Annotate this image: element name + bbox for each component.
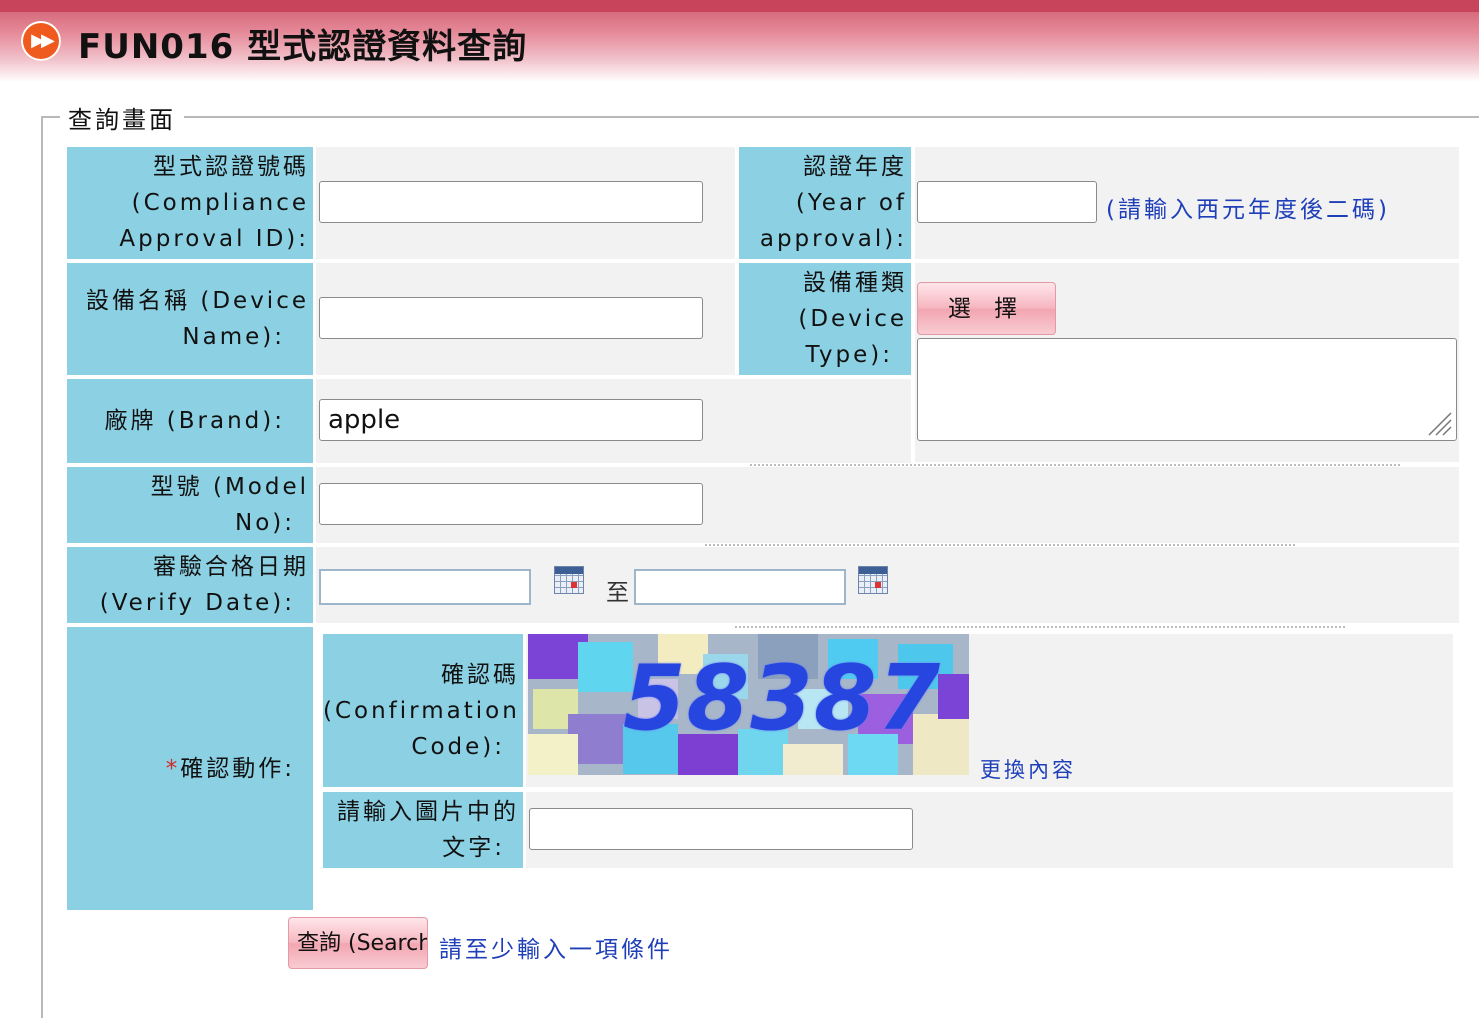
captcha-input-label-line2: 文字: xyxy=(442,835,505,861)
compliance-id-label: 型式認證號碼 (Compliance Approval ID): xyxy=(67,147,313,259)
confirm-action-label-line: *確認動作: xyxy=(67,751,309,787)
verify-date-label-en: (Verify Date): xyxy=(99,590,295,616)
device-type-label: 設備種類 (Device Type): xyxy=(739,263,911,375)
calendar-icon[interactable] xyxy=(554,566,584,594)
search-button[interactable]: 查詢 (Search) xyxy=(288,917,428,969)
captcha-input[interactable] xyxy=(529,808,913,850)
device-type-label-en2: Type): xyxy=(805,342,893,368)
date-range-separator: 至 xyxy=(606,580,629,606)
refresh-captcha-link[interactable]: 更換內容 xyxy=(980,754,1076,784)
required-mark: * xyxy=(165,755,181,782)
year-label: 認證年度 (Year of approval): xyxy=(739,147,911,259)
divider-dots xyxy=(705,544,1295,546)
brand-input[interactable] xyxy=(319,399,703,441)
confirmation-code-label: 確認碼 (Confirmation Code): xyxy=(323,634,523,787)
header-top-stripe xyxy=(0,0,1479,12)
model-label-line1: 型號 (Model xyxy=(150,474,309,500)
model-input[interactable] xyxy=(319,483,703,525)
device-type-textarea[interactable] xyxy=(917,338,1457,441)
captcha-text: 58387 xyxy=(623,646,942,751)
model-label-line2: No): xyxy=(235,510,295,536)
page-title: FUN016 型式認證資料查詢 xyxy=(78,27,528,67)
year-hint: (請輸入西元年度後二碼) xyxy=(1106,197,1390,223)
device-name-label-line2: Name): xyxy=(182,324,285,350)
page-header: ▶▶ FUN016 型式認證資料查詢 xyxy=(0,0,1479,82)
confirmation-code-label-zh: 確認碼 xyxy=(441,661,519,688)
year-label-en1: (Year of xyxy=(795,190,907,216)
device-name-input[interactable] xyxy=(319,297,703,339)
confirm-action-label-text: 確認動作: xyxy=(180,755,295,782)
confirm-action-label: *確認動作: xyxy=(67,627,313,910)
model-label: 型號 (Model No): xyxy=(67,467,313,543)
device-type-label-zh: 設備種類 xyxy=(803,270,907,296)
compliance-id-input[interactable] xyxy=(319,181,703,223)
year-label-en2: approval): xyxy=(759,226,907,252)
captcha-image: 58387 xyxy=(528,634,969,775)
captcha-input-label-line1: 請輸入圖片中的 xyxy=(337,799,519,825)
device-type-label-en1: (Device xyxy=(798,306,907,332)
divider-dots xyxy=(750,464,1400,466)
brand-label: 廠牌 (Brand): xyxy=(67,379,313,463)
brand-label-text: 廠牌 (Brand): xyxy=(104,408,285,434)
compliance-id-label-zh: 型式認證號碼 xyxy=(153,154,309,180)
search-hint: 請至少輸入一項條件 xyxy=(439,937,673,963)
verify-date-label: 審驗合格日期 (Verify Date): xyxy=(67,547,313,623)
resize-grip-icon[interactable] xyxy=(1425,409,1453,437)
fieldset-legend: 查詢畫面 xyxy=(60,100,184,135)
captcha-input-label: 請輸入圖片中的 文字: xyxy=(323,792,523,868)
compliance-id-label-en2: Approval ID): xyxy=(119,226,309,252)
device-name-label-line1: 設備名稱 (Device xyxy=(86,288,309,314)
verify-date-to-input[interactable] xyxy=(634,569,846,605)
year-label-zh: 認證年度 xyxy=(803,154,907,180)
verify-date-from-input[interactable] xyxy=(319,569,531,605)
confirmation-code-label-en2: Code): xyxy=(411,733,505,760)
fast-forward-icon: ▶▶ xyxy=(21,21,61,61)
device-type-select-button[interactable]: 選 擇 xyxy=(917,282,1056,335)
compliance-id-label-en1: (Compliance xyxy=(131,190,309,216)
year-input[interactable] xyxy=(917,181,1097,223)
verify-date-label-zh: 審驗合格日期 xyxy=(153,554,309,580)
confirmation-code-label-en1: (Confirmation xyxy=(323,697,520,724)
calendar-icon[interactable] xyxy=(858,566,888,594)
divider-dots xyxy=(735,626,1345,628)
device-name-label: 設備名稱 (Device Name): xyxy=(67,263,313,375)
